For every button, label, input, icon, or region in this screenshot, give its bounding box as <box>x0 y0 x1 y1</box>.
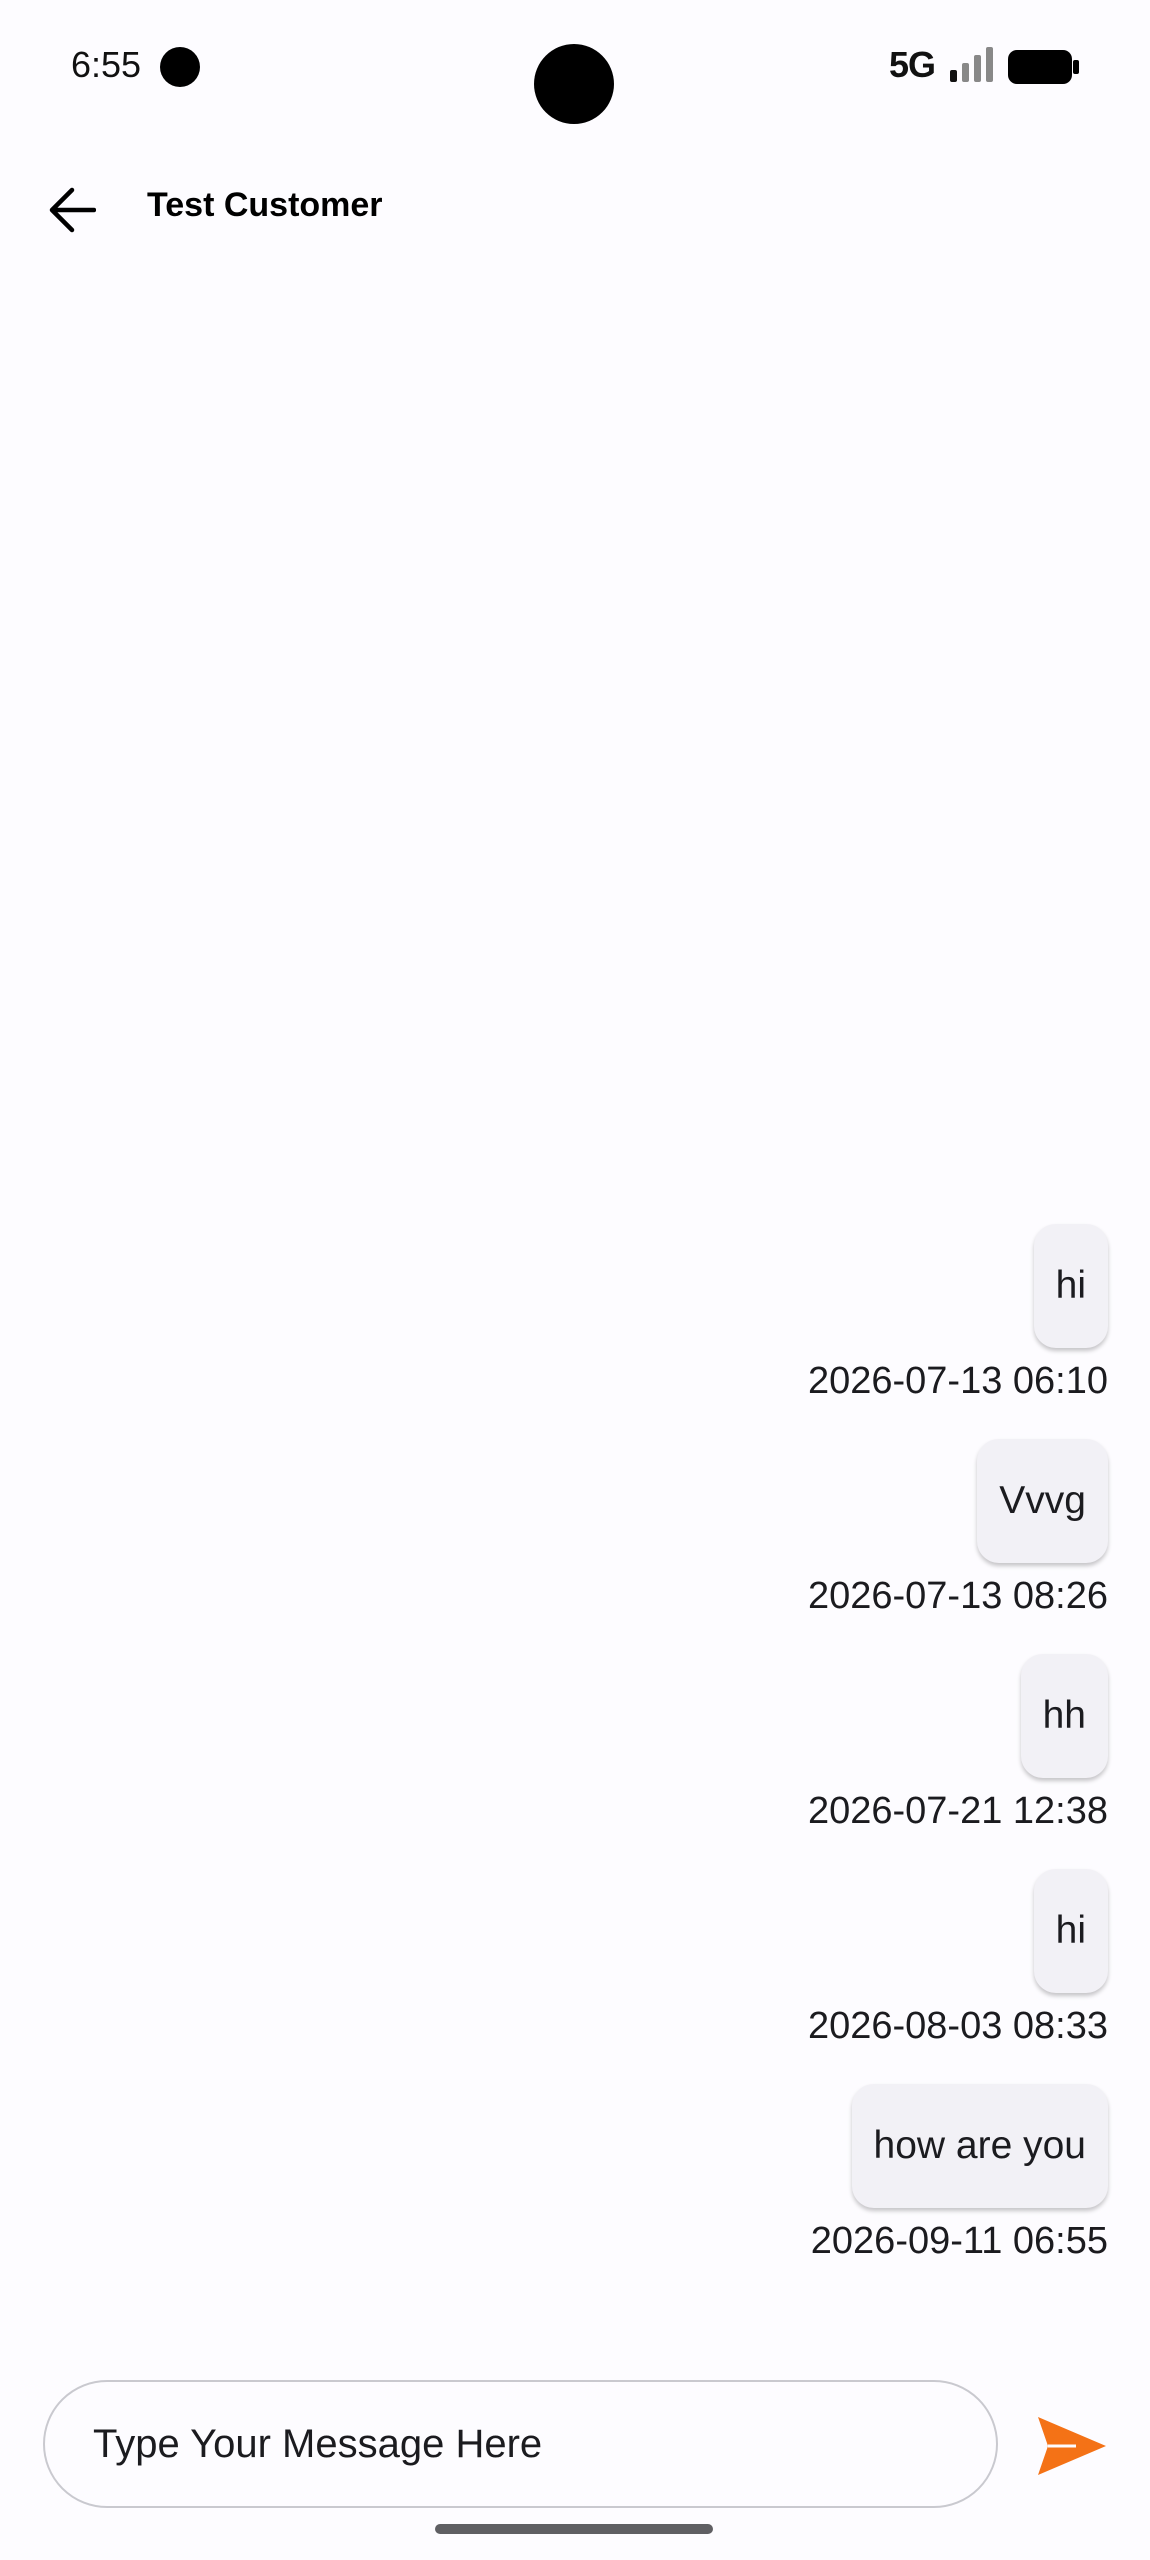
camera-cutout <box>534 44 614 124</box>
message-timestamp: 2026-07-13 08:26 <box>807 1575 1108 1617</box>
signal-icon <box>950 47 993 82</box>
message-bubble[interactable]: how are you <box>851 2084 1108 2208</box>
message-item: how are you 2026-09-11 06:55 <box>811 2080 1108 2295</box>
back-button[interactable] <box>30 168 114 252</box>
message-bubble[interactable]: hi <box>1033 1224 1108 1348</box>
status-time: 6:55 <box>71 44 142 85</box>
message-item: hi 2026-08-03 08:33 <box>808 1865 1108 2080</box>
message-bubble[interactable]: hh <box>1020 1654 1108 1778</box>
send-icon <box>1038 2417 1106 2475</box>
send-button[interactable] <box>1030 2406 1114 2486</box>
message-item: hi 2026-07-13 06:10 <box>808 1220 1108 1435</box>
network-type: 5G <box>889 44 936 85</box>
message-item: Vvvg 2026-07-13 08:26 <box>808 1435 1108 1650</box>
message-item: hh 2026-07-21 12:38 <box>808 1650 1108 1865</box>
message-timestamp: 2026-07-21 12:38 <box>807 1790 1108 1832</box>
message-bubble[interactable]: Vvvg <box>977 1439 1108 1563</box>
status-bar: 6:55 5G <box>0 0 1150 140</box>
arrow-back-icon <box>49 187 96 233</box>
message-timestamp: 2026-09-11 06:55 <box>810 2220 1108 2262</box>
notification-dot-icon <box>160 47 200 87</box>
message-bubble[interactable]: hi <box>1033 1869 1108 1993</box>
battery-icon <box>1008 50 1079 84</box>
page-title: Test Customer <box>147 186 383 224</box>
message-timestamp: 2026-08-03 08:33 <box>807 2005 1108 2047</box>
message-list[interactable]: hi 2026-07-13 06:10 Vvvg 2026-07-13 08:2… <box>108 1220 1108 2295</box>
app-bar: Test Customer <box>0 140 1150 270</box>
composer-bar <box>0 2380 1150 2510</box>
message-input[interactable] <box>43 2380 998 2508</box>
message-timestamp: 2026-07-13 06:10 <box>807 1360 1108 1402</box>
home-indicator[interactable] <box>435 2524 713 2534</box>
